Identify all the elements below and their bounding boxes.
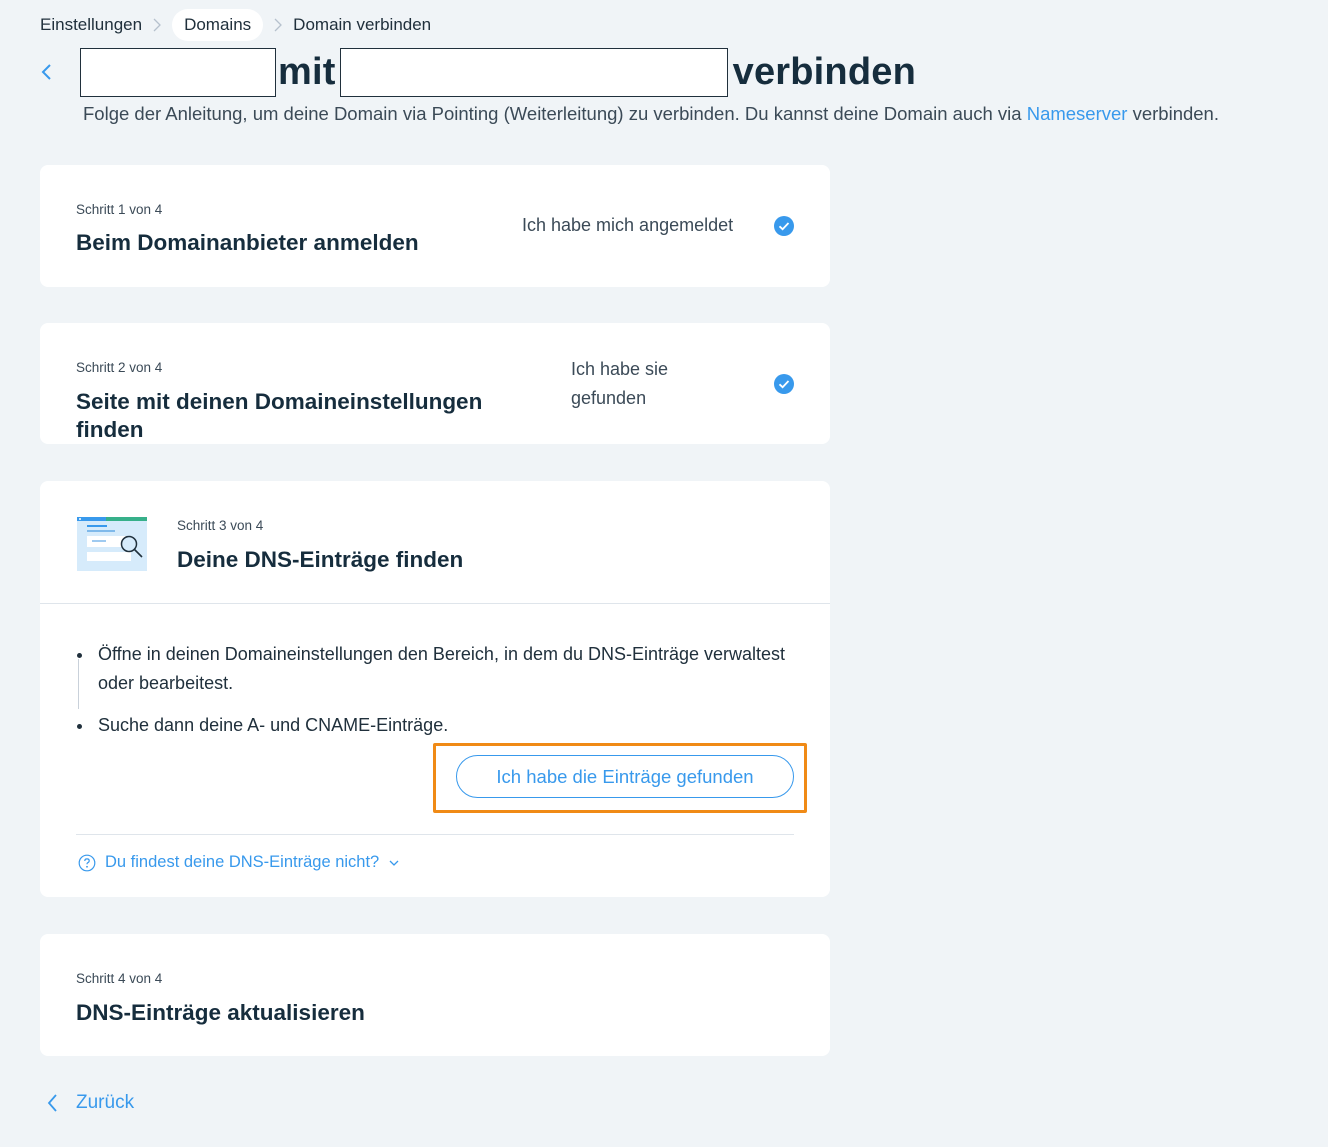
- redacted-field: [80, 47, 276, 97]
- chevron-right-icon: [152, 18, 162, 32]
- step-card-2: Schritt 2 von 4 Seite mit deinen Domaine…: [40, 323, 830, 444]
- step-label: Schritt 4 von 4: [76, 971, 163, 986]
- step-label: Schritt 3 von 4: [177, 518, 264, 533]
- found-entries-button[interactable]: Ich habe die Einträge gefunden: [456, 755, 794, 798]
- list-item: Öffne in deinen Domaineinstellungen den …: [76, 640, 796, 698]
- back-button[interactable]: Zurück: [46, 1092, 134, 1114]
- instruction-list: Öffne in deinen Domaineinstellungen den …: [76, 640, 796, 740]
- back-label: Zurück: [76, 1092, 135, 1113]
- subtitle-text: Folge der Anleitung, um deine Domain via…: [83, 103, 1027, 124]
- divider: [40, 603, 830, 604]
- title-mit: mit: [278, 51, 336, 93]
- title-verbinden: verbinden: [732, 51, 917, 93]
- step-card-1: Schritt 1 von 4 Beim Domainanbieter anme…: [40, 165, 830, 287]
- checkmark-circle-icon: [774, 374, 794, 394]
- nameserver-link[interactable]: Nameserver: [1027, 103, 1128, 124]
- dns-help-toggle[interactable]: Du findest deine DNS-Einträge nicht?: [78, 853, 399, 872]
- list-item: Suche dann deine A- und CNAME-Einträge.: [76, 711, 796, 740]
- question-circle-icon: [78, 854, 96, 871]
- step-status: Ich habe sie gefunden: [571, 359, 669, 408]
- step-label: Schritt 2 von 4: [76, 360, 163, 375]
- breadcrumb-item-domains[interactable]: Domains: [172, 9, 264, 41]
- subtitle-text-end: verbinden.: [1127, 103, 1219, 124]
- step-card-4: Schritt 4 von 4 DNS-Einträge aktualisier…: [40, 934, 830, 1056]
- dns-help-text: Du findest deine DNS-Einträge nicht?: [105, 853, 380, 871]
- breadcrumb-item-settings[interactable]: Einstellungen: [40, 9, 142, 41]
- divider: [76, 834, 794, 835]
- step-title: Beim Domainanbieter anmelden: [76, 230, 419, 255]
- step-title: Deine DNS-Einträge finden: [177, 547, 464, 572]
- checkmark-circle-icon: [774, 216, 794, 236]
- breadcrumb: Einstellungen Domains Domain verbinden: [40, 8, 431, 42]
- dns-search-illustration-icon: [77, 517, 147, 571]
- breadcrumb-item-connect-domain: Domain verbinden: [293, 15, 432, 34]
- step-title: Seite mit deinen Domaineinstellungen fin…: [76, 389, 483, 442]
- step-card-3: Schritt 3 von 4 Deine DNS-Einträge finde…: [40, 481, 830, 897]
- step-label: Schritt 1 von 4: [76, 202, 163, 217]
- page-subtitle: Folge der Anleitung, um deine Domain via…: [83, 103, 1219, 125]
- page-title: mit verbinden: [80, 47, 920, 97]
- chevron-down-icon: [389, 860, 399, 866]
- chevron-left-icon: [47, 1094, 57, 1112]
- back-chevron-icon[interactable]: [40, 62, 54, 82]
- step-status: Ich habe mich angemeldet: [522, 215, 734, 235]
- redacted-field: [339, 47, 728, 97]
- chevron-right-icon: [273, 18, 283, 32]
- step-title: DNS-Einträge aktualisieren: [76, 1000, 365, 1025]
